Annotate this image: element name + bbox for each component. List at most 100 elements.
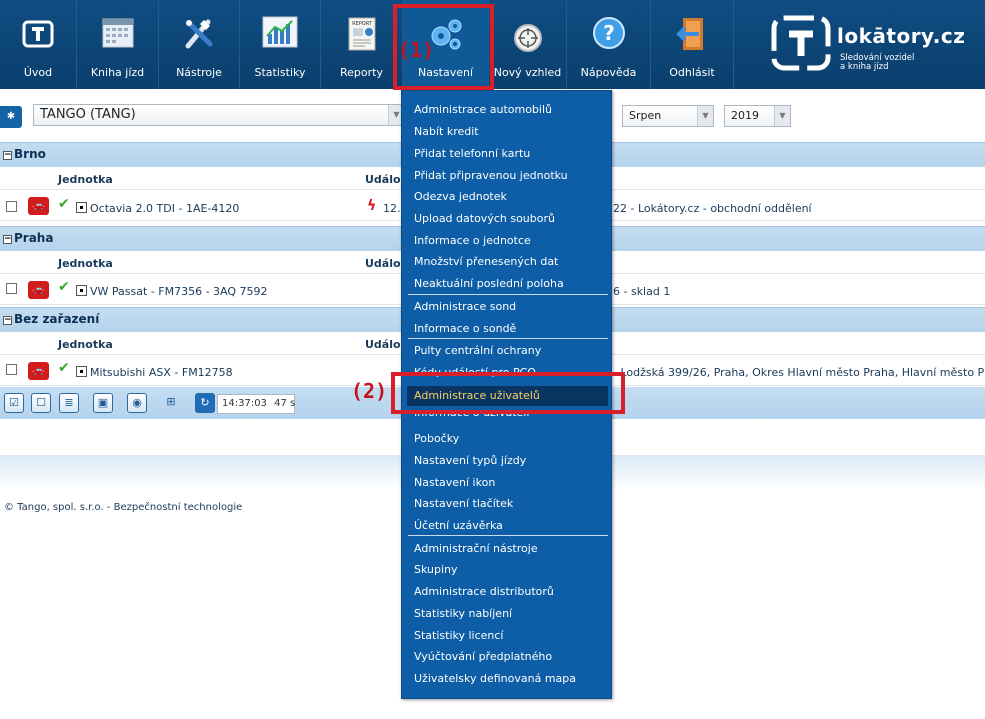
report-icon-text: REPORT	[352, 21, 373, 27]
annotation-label-1: (1)	[398, 38, 435, 62]
car-status-icon[interactable]: 🚗	[28, 197, 49, 215]
row-checkbox[interactable]	[6, 283, 17, 294]
nav-statistiky[interactable]: Statistiky	[240, 0, 321, 89]
menu-item[interactable]: Informace o jednotce	[414, 234, 531, 247]
unit-name[interactable]: Mitsubishi ASX - FM12758	[90, 366, 233, 379]
check-icon: ✔	[58, 360, 70, 376]
menu-item[interactable]: Administrace distributorů	[414, 585, 554, 598]
settings-gear-button[interactable]: ✱	[0, 106, 22, 128]
menu-item[interactable]: Statistiky nabíjení	[414, 607, 512, 620]
month-select-value: Srpen	[629, 109, 662, 122]
select-all-button[interactable]: ☑	[4, 393, 24, 413]
menu-item[interactable]: Administrační nástroje	[414, 542, 538, 555]
nav-kniha-jizd[interactable]: Kniha jízd	[77, 0, 159, 89]
menu-item[interactable]: Nastavení tlačítek	[414, 497, 513, 510]
collapse-icon[interactable]: −	[3, 316, 12, 325]
list-button[interactable]: ≣	[59, 393, 79, 413]
unit-select-value: TANGO (TANG)	[40, 107, 136, 122]
unit-select[interactable]: TANGO (TANG) ▼	[33, 104, 405, 126]
nav-label: Úvod	[23, 66, 53, 79]
group-name: Brno	[14, 147, 46, 161]
column-header-unit[interactable]: Jednotka	[58, 173, 113, 186]
highlight-box-user-admin	[391, 372, 625, 414]
refresh-clock: 14:37:03 47 s	[217, 394, 295, 414]
year-select[interactable]: 2019 ▼	[724, 105, 791, 127]
menu-item[interactable]: Pobočky	[414, 432, 459, 445]
menu-item[interactable]: Nastavení typů jízdy	[414, 454, 526, 467]
group-name: Praha	[14, 231, 54, 245]
home-icon	[20, 16, 56, 55]
row-checkbox[interactable]	[6, 364, 17, 375]
collapse-icon[interactable]: −	[3, 151, 12, 160]
menu-item[interactable]: Informace o sondě	[414, 322, 516, 335]
menu-item[interactable]: Přidat připravenou jednotku	[414, 169, 568, 182]
deselect-button[interactable]: ☐	[31, 393, 51, 413]
location-text: 6 - sklad 1	[613, 285, 671, 298]
year-select-value: 2019	[731, 109, 759, 122]
refresh-button[interactable]: ↻	[195, 393, 215, 413]
menu-item[interactable]: Upload datových souborů	[414, 212, 555, 225]
check-icon: ✔	[58, 279, 70, 295]
clock-time: 14:37:03	[222, 398, 267, 409]
menu-separator	[408, 535, 608, 536]
unit-name[interactable]: VW Passat - FM7356 - 3AQ 7592	[90, 285, 268, 298]
tools-icon	[182, 16, 216, 53]
crosshair-icon	[512, 22, 544, 57]
nav-uvod[interactable]: Úvod	[0, 0, 77, 89]
logo-text: lokātory.cz	[837, 24, 966, 48]
footer-copyright: © Tango, spol. s.r.o. - Bezpečnostní tec…	[4, 502, 243, 513]
unit-name[interactable]: Octavia 2.0 TDI - 1AE-4120	[90, 202, 239, 215]
lokatory-logo: lokātory.cz Sledování vozidel a kniha jí…	[770, 14, 965, 75]
menu-item[interactable]: Administrace automobilů	[414, 103, 552, 116]
car-status-icon[interactable]: 🚗	[28, 362, 49, 380]
menu-item[interactable]: Nabít kredit	[414, 125, 479, 138]
chevron-down-icon: ▼	[697, 106, 713, 126]
menu-item[interactable]: Neaktuální poslední poloha	[414, 277, 564, 290]
nav-nastroje[interactable]: Nástroje	[159, 0, 240, 89]
help-icon: ?	[592, 16, 626, 53]
row-checkbox[interactable]	[6, 201, 17, 212]
month-select[interactable]: Srpen ▼	[622, 105, 714, 127]
logout-icon	[675, 16, 709, 55]
nav-novy-vzhled[interactable]: Nový vzhled	[489, 0, 567, 89]
menu-item[interactable]: Pulty centrální ochrany	[414, 344, 541, 357]
menu-item[interactable]: Statistiky licencí	[414, 629, 504, 642]
logo-subtitle: Sledování vozidel a kniha jízd	[840, 54, 914, 72]
stop-square-icon	[76, 285, 87, 296]
menu-item[interactable]: Množství přenesených dat	[414, 255, 558, 268]
menu-item[interactable]: Administrace sond	[414, 300, 516, 313]
menu-item[interactable]: Přidat telefonní kartu	[414, 147, 530, 160]
group-name: Bez zařazení	[14, 312, 100, 326]
lightning-icon: ϟ	[367, 198, 377, 214]
menu-item[interactable]: Nastavení ikon	[414, 476, 495, 489]
menu-separator	[408, 338, 608, 339]
collapse-icon[interactable]: −	[3, 235, 12, 244]
logo-subtitle-line2: a kniha jízd	[840, 62, 889, 72]
nav-label: Nápověda	[580, 66, 637, 79]
column-header-unit[interactable]: Jednotka	[58, 257, 113, 270]
logo-mark-icon	[771, 15, 831, 71]
location-text: - Lodžská 399/26, Praha, Okres Hlavní mě…	[613, 366, 985, 379]
menu-item[interactable]: Účetní uzávěrka	[414, 519, 503, 532]
grid-view-button[interactable]: ⊞	[161, 393, 181, 413]
annotation-label-2: (2)	[351, 379, 388, 403]
menu-item[interactable]: Vyúčtování předplatného	[414, 650, 552, 663]
menu-item[interactable]: Odezva jednotek	[414, 190, 507, 203]
nav-label: Nový vzhled	[493, 66, 562, 79]
nav-napoveda[interactable]: ? Nápověda	[567, 0, 651, 89]
calendar-icon	[101, 16, 135, 53]
column-header-unit[interactable]: Jednotka	[58, 338, 113, 351]
broadcast-button[interactable]: ◉	[127, 393, 147, 413]
stop-square-icon	[76, 202, 87, 213]
nav-reporty[interactable]: REPORT Reporty	[321, 0, 403, 89]
car-status-icon[interactable]: 🚗	[28, 281, 49, 299]
nav-odhlasit[interactable]: Odhlásit	[651, 0, 734, 89]
menu-item[interactable]: Skupiny	[414, 563, 458, 576]
nav-label: Reporty	[340, 66, 383, 79]
nav-label: Statistiky	[254, 66, 306, 79]
menu-item[interactable]: Uživatelsky definovaná mapa	[414, 672, 576, 685]
nav-label: Odhlásit	[669, 66, 715, 79]
chart-icon	[262, 16, 298, 51]
location-text: 22 - Lokátory.cz - obchodní oddělení	[613, 202, 812, 215]
vehicle-view-button[interactable]: ▣	[93, 393, 113, 413]
